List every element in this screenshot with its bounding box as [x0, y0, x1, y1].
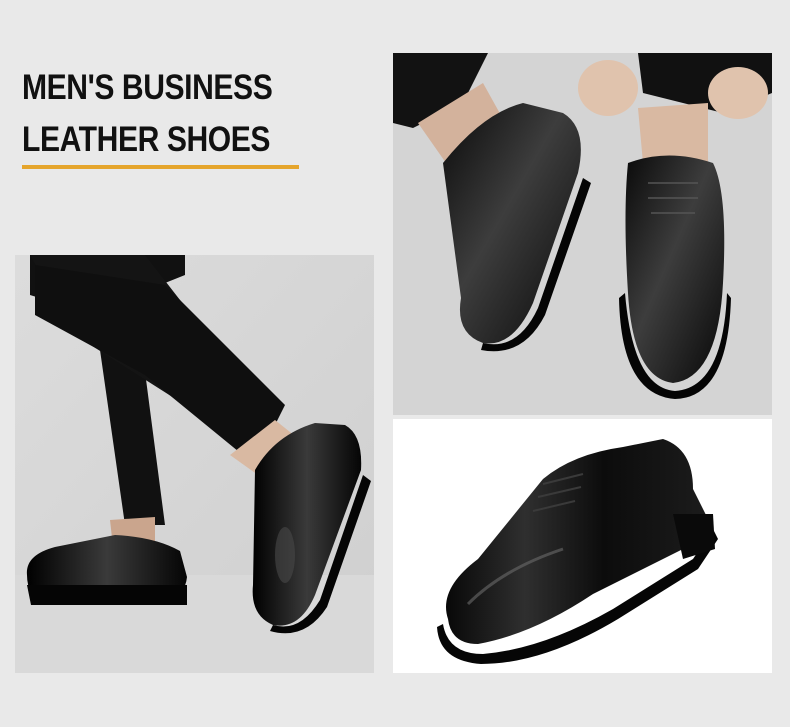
product-shoe-photo: [393, 419, 772, 673]
title-block: MEN'S BUSINESS LEATHER SHOES: [22, 62, 322, 166]
pair-of-shoes-photo: [393, 53, 772, 415]
pair-of-shoes-illustration: [393, 53, 772, 415]
title-line-1: MEN'S BUSINESS: [22, 68, 273, 107]
product-shoe-illustration: [393, 419, 772, 673]
walking-shoes-illustration: [15, 255, 374, 673]
title-line-2: LEATHER SHOES: [22, 120, 271, 159]
walking-shoes-photo: [15, 255, 374, 673]
title-underline: [22, 165, 299, 169]
